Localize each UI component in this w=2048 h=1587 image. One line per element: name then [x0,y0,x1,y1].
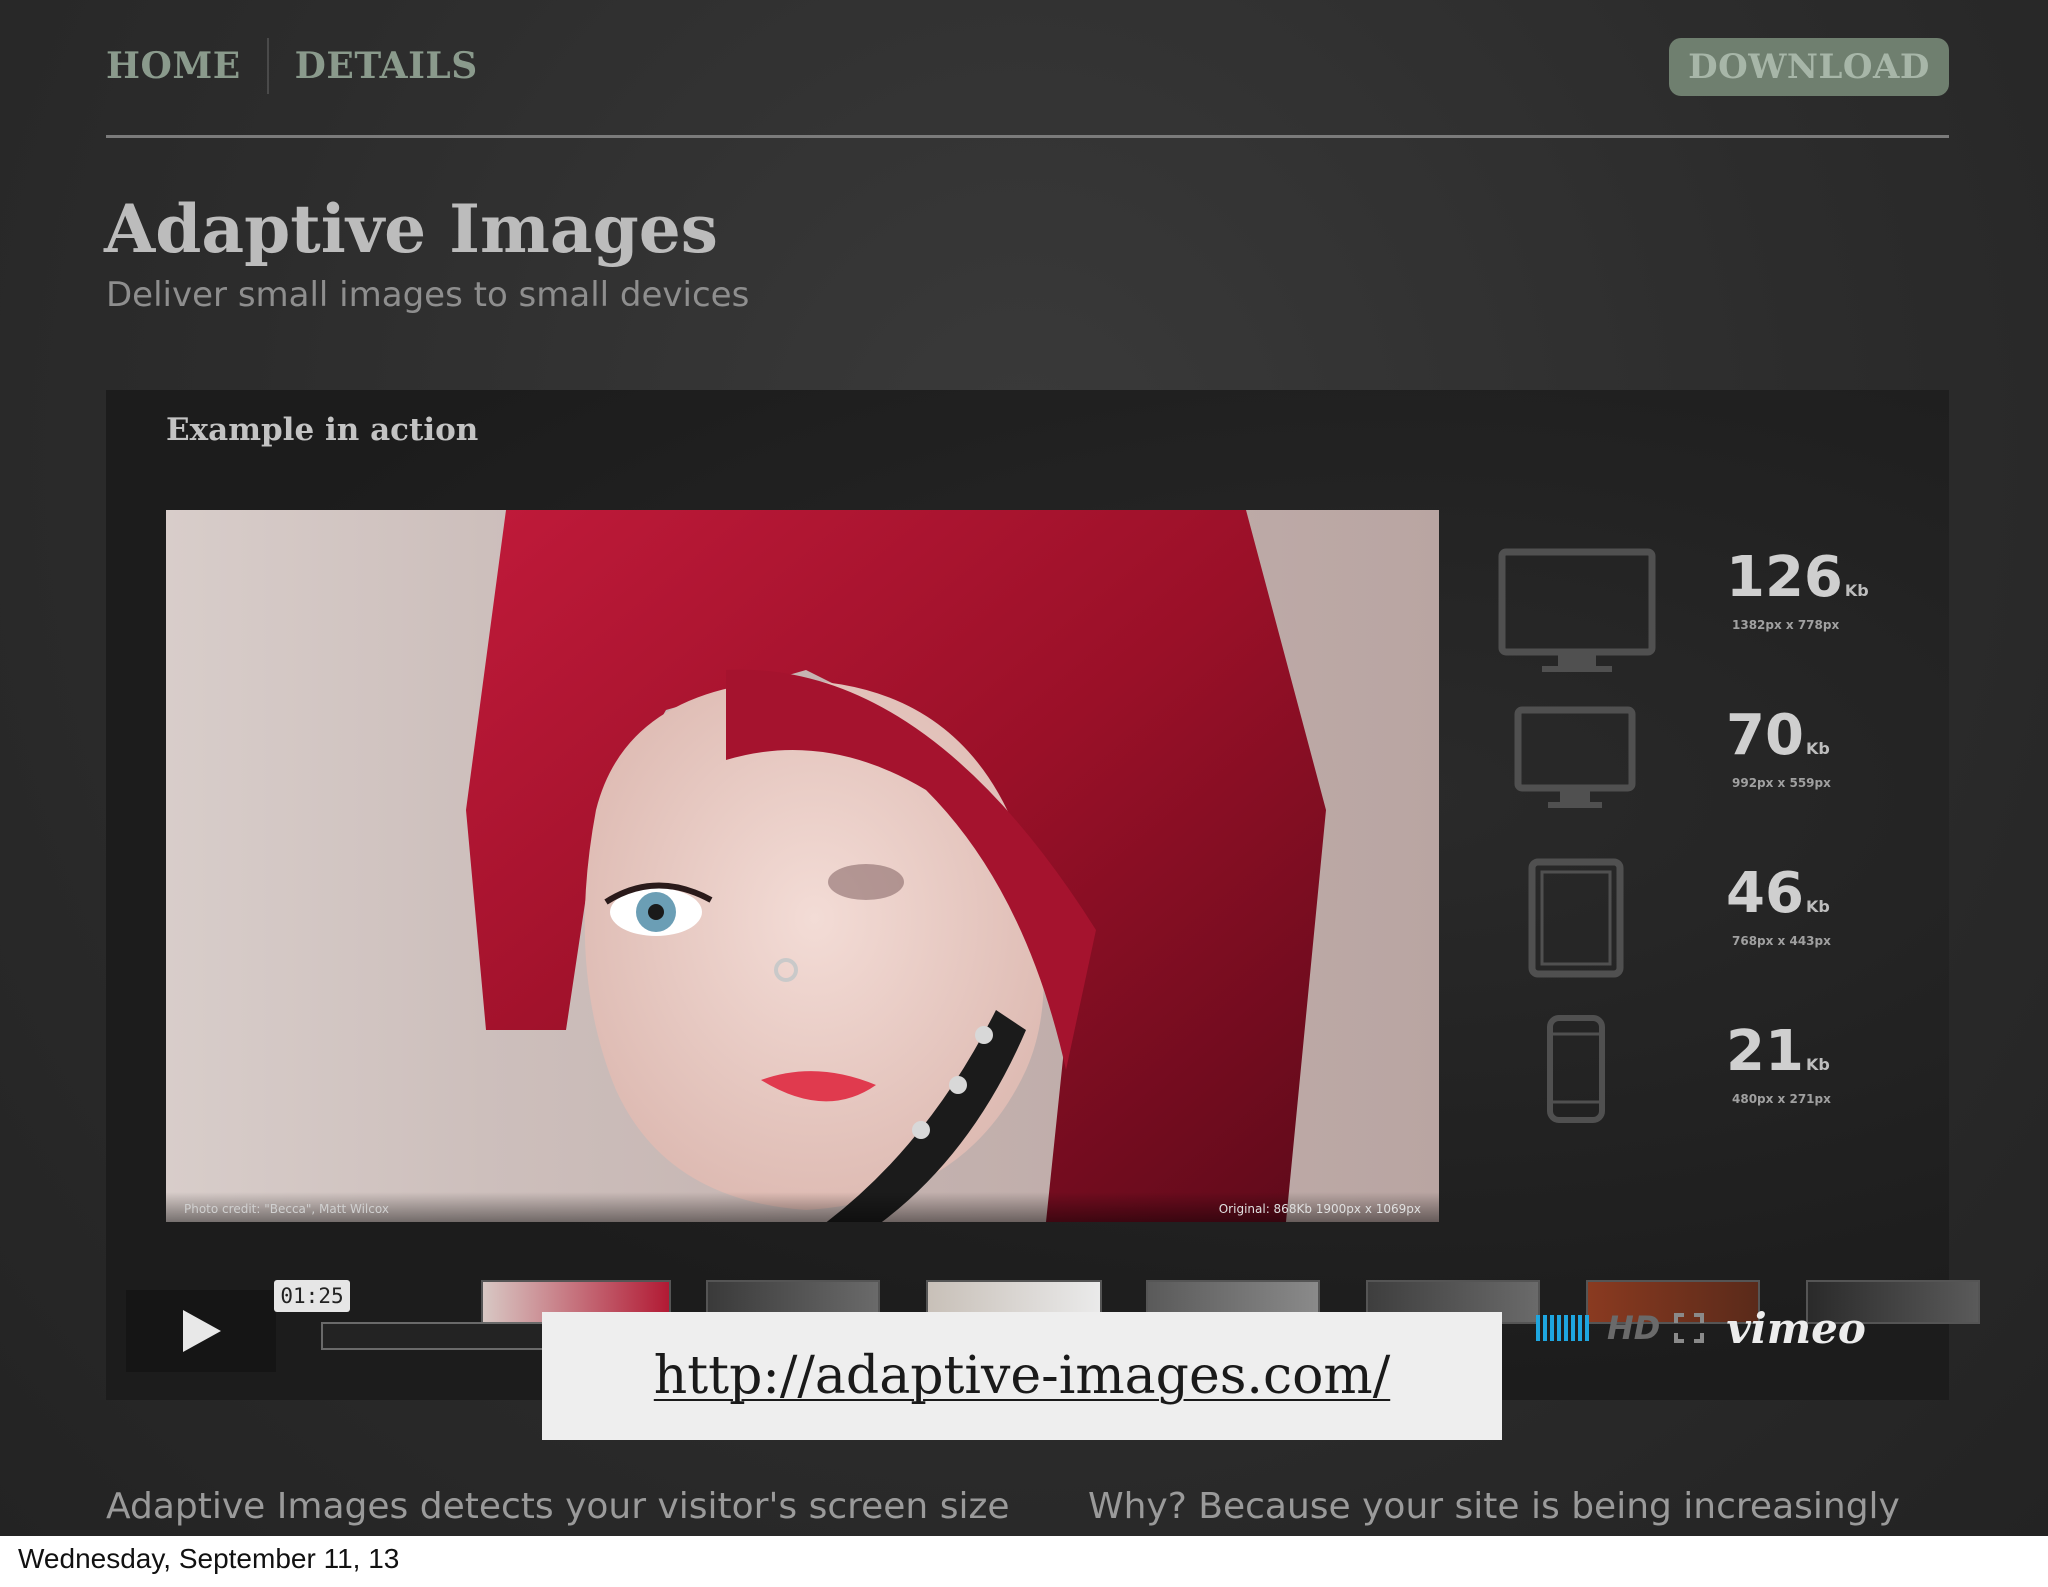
device-row-desktop[interactable]: 126 Kb 1382px x 778px [1496,540,1926,680]
slide-date: Wednesday, September 11, 13 [18,1543,400,1574]
size-value-tablet: 46 Kb [1726,861,1830,926]
size-dims-tablet: 768px x 443px [1732,934,1831,948]
device-row-laptop[interactable]: 70 Kb 992px x 559px [1496,698,1926,838]
tablet-icon [1528,858,1624,978]
nav-details-link[interactable]: DETAILS [295,45,478,87]
example-heading: Example in action [166,412,479,448]
download-button[interactable]: DOWNLOAD [1669,38,1949,96]
size-value-phone: 21 Kb [1726,1019,1830,1084]
photo-credit: Photo credit: "Becca", Matt Wilcox [184,1202,389,1216]
play-button[interactable] [126,1290,276,1372]
portrait-image [466,510,1326,1222]
hd-toggle[interactable]: HD [1607,1309,1660,1347]
desktop-monitor-icon [1498,548,1656,672]
body-text-column-1: Adaptive Images detects your visitor's s… [106,1486,1010,1527]
video-right-controls: HD vimeo [1536,1304,1866,1353]
device-row-tablet[interactable]: 46 Kb 768px x 443px [1496,856,1926,996]
size-dims-phone: 480px x 271px [1732,1092,1831,1106]
size-value-desktop: 126 Kb [1726,545,1869,610]
photo-original-size: Original: 868Kb 1900px x 1069px [1218,1202,1421,1216]
vimeo-logo[interactable]: vimeo [1726,1304,1866,1353]
size-value-laptop: 70 Kb [1726,703,1830,768]
device-row-phone[interactable]: 21 Kb 480px x 271px [1496,1014,1926,1154]
play-icon [183,1310,221,1352]
site-url-link[interactable]: http://adaptive-images.com/ [654,1346,1390,1406]
laptop-monitor-icon [1514,706,1636,808]
url-overlay: http://adaptive-images.com/ [542,1312,1502,1440]
slide: HOME DETAILS DOWNLOAD Adaptive Images De… [0,0,2048,1536]
size-dims-laptop: 992px x 559px [1732,776,1831,790]
phone-icon [1547,1015,1605,1123]
fullscreen-icon[interactable] [1674,1313,1705,1343]
volume-control[interactable] [1536,1315,1589,1341]
video-time: 01:25 [274,1280,350,1312]
nav-home-link[interactable]: HOME [106,45,241,87]
page-title: Adaptive Images [104,190,718,268]
example-photo[interactable]: Photo credit: "Becca", Matt Wilcox Origi… [166,510,1439,1222]
nav-divider [266,38,269,94]
page-subtitle: Deliver small images to small devices [106,275,750,315]
body-text-column-2: Why? Because your site is being increasi… [1088,1486,1900,1527]
size-dims-desktop: 1382px x 778px [1732,618,1840,632]
example-panel: Example in action Photo credit: "Becca",… [106,390,1980,1400]
header-divider [106,135,1949,138]
top-nav: HOME DETAILS [106,36,478,96]
